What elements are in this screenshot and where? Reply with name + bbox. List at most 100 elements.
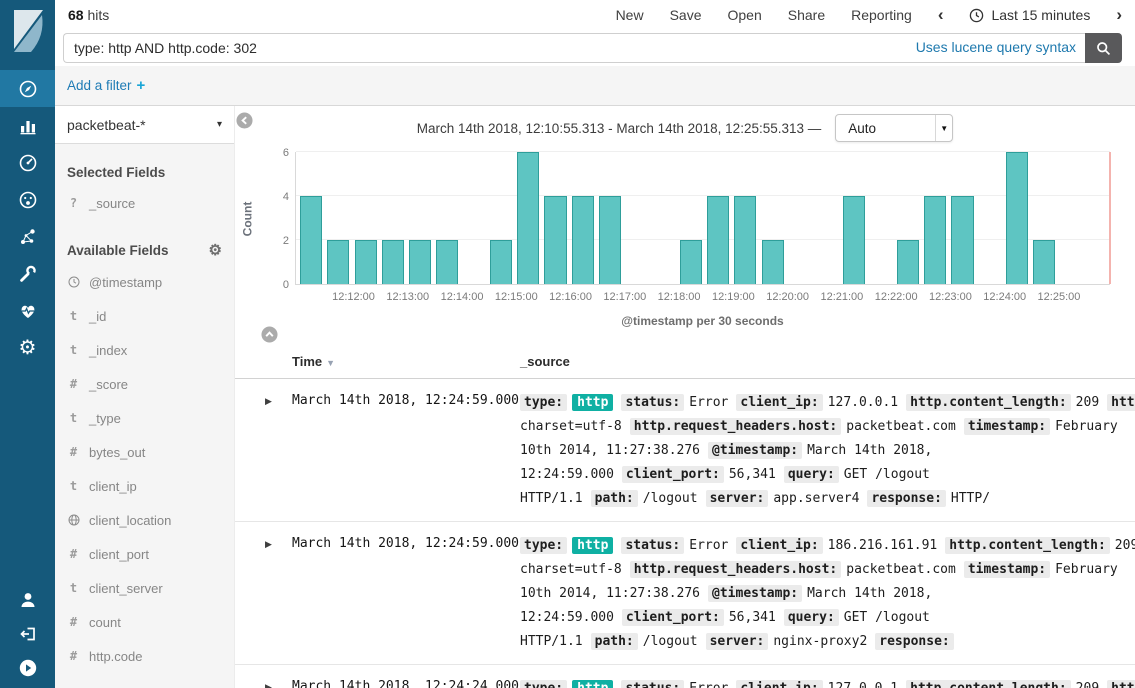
graph-nodes-icon	[18, 227, 38, 247]
open-button[interactable]: Open	[728, 7, 762, 23]
histogram-bar[interactable]	[490, 240, 512, 284]
histogram-bar[interactable]	[517, 152, 539, 284]
source-field-key: type:	[520, 394, 567, 411]
source-field-value: packetbeat.com	[846, 562, 956, 577]
nav-item-management[interactable]: ⚙	[0, 329, 55, 366]
expand-row-caret-icon[interactable]: ▶	[265, 534, 292, 654]
histogram-bar[interactable]	[572, 196, 594, 284]
x-tick-label: 12:15:00	[495, 291, 538, 303]
save-button[interactable]: Save	[670, 7, 702, 23]
field-item-@timestamp[interactable]: @timestamp	[55, 265, 234, 299]
field-item-_score[interactable]: #_score	[55, 367, 234, 401]
nav-item-graph[interactable]	[0, 218, 55, 255]
histogram-bar[interactable]	[436, 240, 458, 284]
share-button[interactable]: Share	[788, 7, 825, 23]
new-button[interactable]: New	[616, 7, 644, 23]
bar-chart-icon	[18, 116, 38, 136]
histogram-bar[interactable]	[327, 240, 349, 284]
x-tick-label: 12:23:00	[929, 291, 972, 303]
source-field-value: /logout	[643, 634, 698, 649]
field-item-_source[interactable]: ?_source	[55, 186, 234, 220]
histogram-bar[interactable]	[300, 196, 322, 284]
histogram-bar[interactable]	[544, 196, 566, 284]
histogram-bar[interactable]	[924, 196, 946, 284]
add-filter-plus-icon[interactable]: +	[137, 77, 146, 94]
histogram-bar[interactable]	[1006, 152, 1028, 284]
histogram-bar[interactable]	[355, 240, 377, 284]
nav-item-collapse[interactable]	[0, 651, 55, 685]
row-source: type:httpstatus:Errorclient_ip:127.0.0.1…	[520, 677, 1135, 688]
histogram-bar[interactable]	[707, 196, 729, 284]
search-button[interactable]	[1085, 33, 1122, 63]
field-item-_index[interactable]: t_index	[55, 333, 234, 367]
time-back-button[interactable]: ‹	[938, 8, 944, 22]
field-item-client_port[interactable]: #client_port	[55, 537, 234, 571]
nav-item-monitoring[interactable]	[0, 292, 55, 329]
time-forward-button[interactable]: ›	[1116, 8, 1122, 22]
field-name: @timestamp	[89, 275, 162, 290]
histogram-bar[interactable]	[951, 196, 973, 284]
expand-row-caret-icon[interactable]: ▶	[265, 677, 292, 688]
histogram-bar[interactable]	[409, 240, 431, 284]
kibana-logo[interactable]	[0, 0, 55, 62]
nav-item-visualize[interactable]	[0, 107, 55, 144]
source-field-key: @timestamp:	[708, 585, 802, 602]
interval-select[interactable]: Auto ▼	[835, 114, 953, 142]
histogram-bar[interactable]	[1033, 240, 1055, 284]
histogram-bar[interactable]	[897, 240, 919, 284]
histogram-bar[interactable]	[762, 240, 784, 284]
index-pattern-selector[interactable]: packetbeat-* ▾	[55, 106, 234, 144]
selected-fields-heading: Selected Fields	[67, 165, 222, 180]
field-settings-gear-icon[interactable]: ⚙	[209, 241, 222, 259]
field-item-count[interactable]: #count	[55, 605, 234, 639]
source-field-value: /logout	[643, 491, 698, 506]
interval-value: Auto	[836, 121, 935, 136]
field-name: _type	[89, 411, 121, 426]
field-item-_id[interactable]: t_id	[55, 299, 234, 333]
field-item-http.code[interactable]: #http.code	[55, 639, 234, 673]
wrench-icon	[18, 264, 38, 284]
nav-item-timelion[interactable]	[0, 181, 55, 218]
nav-item-dev-tools[interactable]	[0, 255, 55, 292]
histogram-bar[interactable]	[599, 196, 621, 284]
reporting-button[interactable]: Reporting	[851, 7, 912, 23]
histogram-bar[interactable]	[843, 196, 865, 284]
field-item-_type[interactable]: t_type	[55, 401, 234, 435]
expand-row-caret-icon[interactable]: ▶	[265, 391, 292, 511]
gridline	[296, 151, 1110, 152]
add-filter-button[interactable]: Add a filter	[67, 78, 132, 93]
field-item-client_server[interactable]: tclient_server	[55, 571, 234, 605]
histogram-bar[interactable]	[734, 196, 756, 284]
source-field-key: status:	[621, 394, 684, 411]
field-type-icon: #	[67, 649, 80, 663]
compass-icon	[18, 79, 38, 99]
field-item-bytes_out[interactable]: #bytes_out	[55, 435, 234, 469]
source-field-key: path:	[591, 490, 638, 507]
lucene-syntax-link[interactable]: Uses lucene query syntax	[916, 39, 1076, 55]
source-column-header: _source	[520, 354, 570, 369]
field-item-client_location[interactable]: client_location	[55, 503, 234, 537]
field-item-client_ip[interactable]: tclient_ip	[55, 469, 234, 503]
clock-icon	[67, 276, 80, 288]
nav-item-account[interactable]	[0, 583, 55, 617]
geo-icon	[67, 514, 80, 526]
chart-time-range-label: March 14th 2018, 12:10:55.313 - March 14…	[417, 121, 822, 136]
collapse-chart-button[interactable]	[261, 326, 278, 348]
histogram-bar[interactable]	[680, 240, 702, 284]
source-field-key: client_ip:	[736, 394, 822, 411]
source-field-value: HTTP/	[951, 491, 990, 506]
time-picker-button[interactable]: Last 15 minutes	[969, 7, 1090, 23]
nav-item-logout[interactable]	[0, 617, 55, 651]
nav-item-discover[interactable]	[0, 70, 55, 107]
histogram-bar[interactable]	[382, 240, 404, 284]
field-name: count	[89, 615, 121, 630]
time-range-label: Last 15 minutes	[991, 7, 1090, 23]
x-tick-label: 12:18:00	[658, 291, 701, 303]
nav-item-dashboard[interactable]	[0, 144, 55, 181]
x-axis-labels: 12:12:0012:13:0012:14:0012:15:0012:16:00…	[295, 291, 1110, 305]
time-column-header[interactable]: Time▼	[292, 354, 520, 369]
heartbeat-icon	[18, 301, 38, 321]
table-rows: ▶March 14th 2018, 12:24:59.000type:https…	[235, 379, 1135, 688]
source-field-value: packetbeat.com	[846, 419, 956, 434]
x-tick-label: 12:20:00	[766, 291, 809, 303]
